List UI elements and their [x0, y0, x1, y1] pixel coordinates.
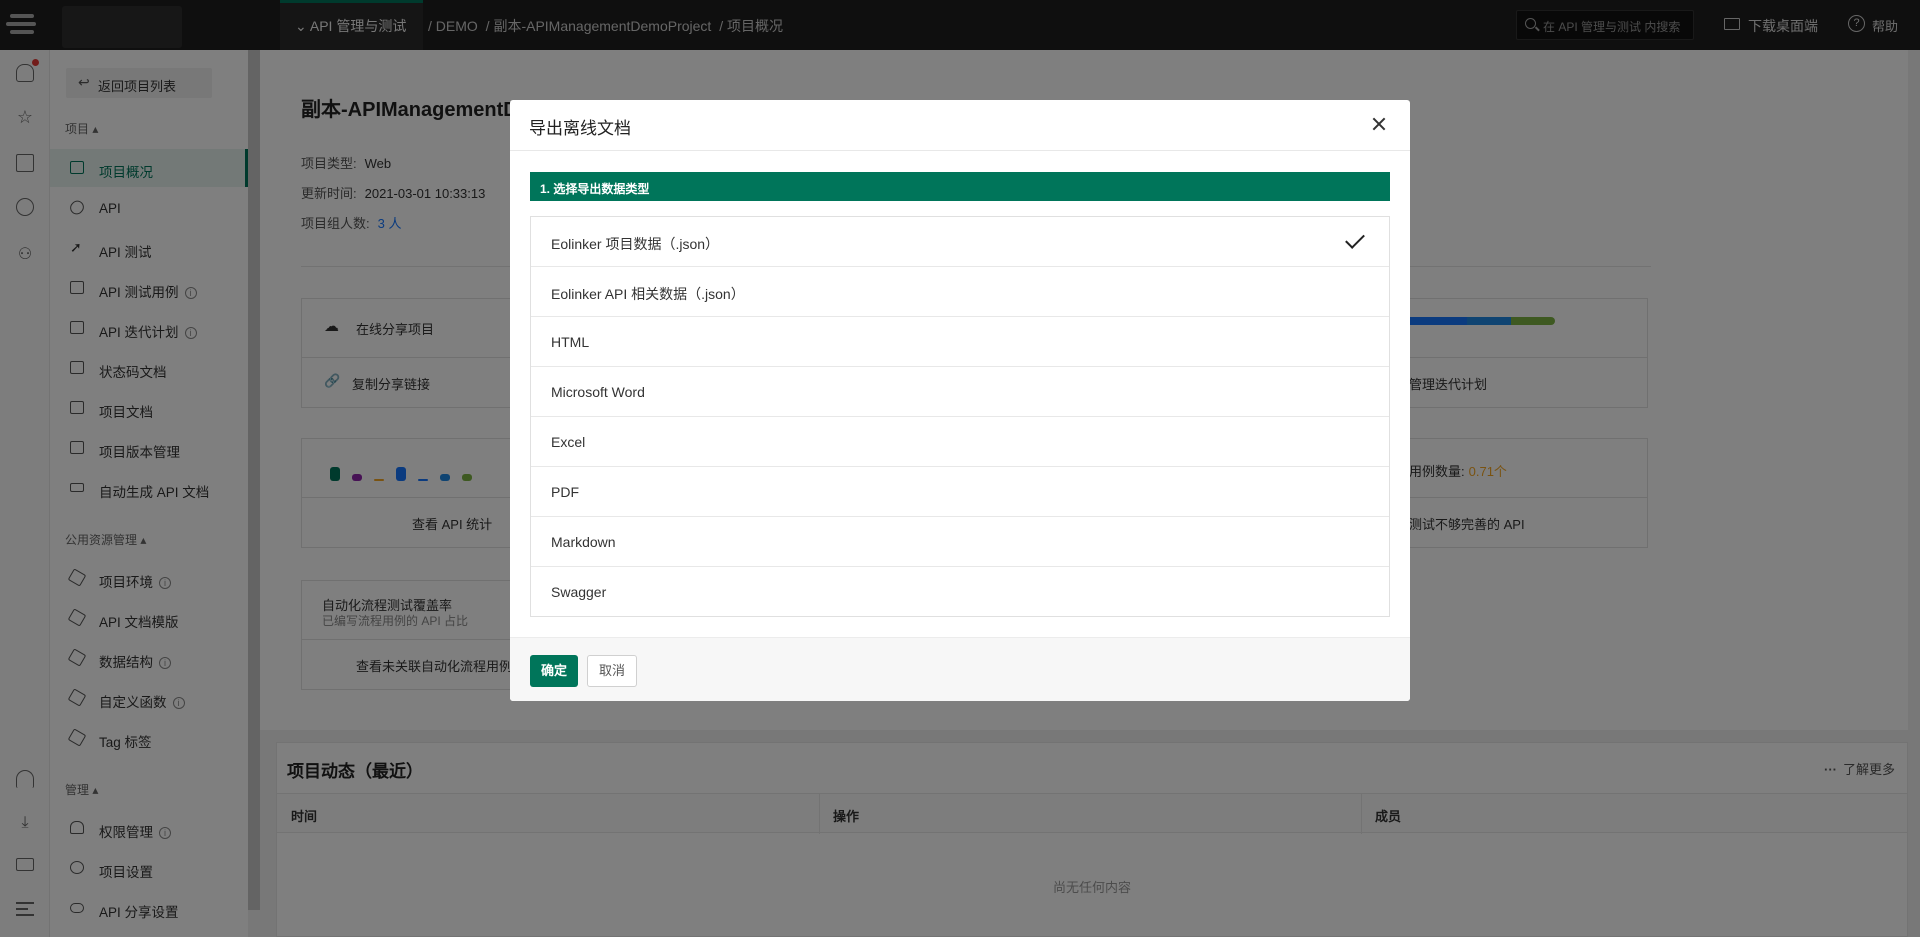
option-label: Eolinker 项目数据（.json）	[551, 236, 720, 252]
cancel-button[interactable]: 取消	[587, 655, 637, 687]
option-label: PDF	[551, 484, 579, 500]
option-label: Excel	[551, 434, 586, 450]
option-label: Eolinker API 相关数据（.json）	[551, 286, 745, 302]
format-option-swagger[interactable]: Swagger	[531, 567, 1389, 617]
dialog-footer: 确定 取消	[510, 637, 1410, 701]
dialog-title: 导出离线文档	[529, 119, 631, 138]
format-option-eolinker-project[interactable]: Eolinker 项目数据（.json）	[531, 217, 1389, 267]
format-option-pdf[interactable]: PDF	[531, 467, 1389, 517]
option-label: Markdown	[551, 534, 616, 550]
format-option-word[interactable]: Microsoft Word	[531, 367, 1389, 417]
dialog-header: 导出离线文档	[510, 100, 1410, 151]
option-label: HTML	[551, 334, 590, 350]
export-format-list: Eolinker 项目数据（.json） Eolinker API 相关数据（.…	[530, 216, 1390, 617]
format-option-eolinker-api[interactable]: Eolinker API 相关数据（.json）	[531, 267, 1389, 317]
checkmark-icon	[1347, 230, 1365, 242]
export-offline-doc-dialog: 导出离线文档 1. 选择导出数据类型 Eolinker 项目数据（.json） …	[510, 100, 1410, 701]
step-header: 1. 选择导出数据类型	[530, 172, 1390, 201]
format-option-html[interactable]: HTML	[531, 317, 1389, 367]
option-label: Swagger	[551, 584, 607, 600]
close-icon[interactable]	[1370, 115, 1388, 133]
confirm-button[interactable]: 确定	[530, 655, 578, 687]
format-option-excel[interactable]: Excel	[531, 417, 1389, 467]
option-label: Microsoft Word	[551, 384, 645, 400]
format-option-markdown[interactable]: Markdown	[531, 517, 1389, 567]
